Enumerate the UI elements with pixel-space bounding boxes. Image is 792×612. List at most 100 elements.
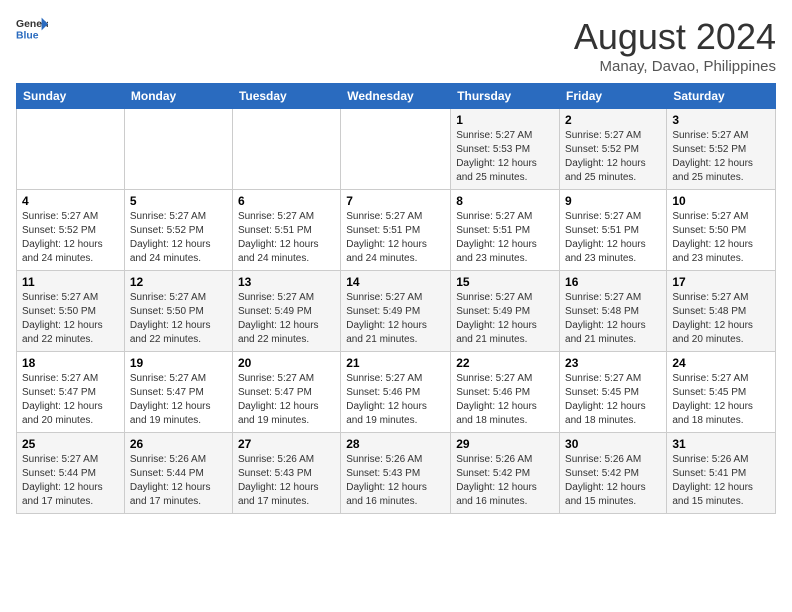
calendar-week-row: 4Sunrise: 5:27 AMSunset: 5:52 PMDaylight…	[17, 190, 776, 271]
calendar-cell: 27Sunrise: 5:26 AMSunset: 5:43 PMDayligh…	[232, 433, 340, 514]
calendar-week-row: 25 Sunrise: 5:27 AMSunset: 5:44 PMDayligh…	[17, 433, 776, 514]
day-info: Sunrise: 5:27 AMSunset: 5:47 PMDaylight:…	[22, 372, 119, 428]
weekday-header: Wednesday	[341, 84, 451, 109]
day-info: Sunrise: 5:27 AMSunset: 5:51 PMDaylight:…	[565, 210, 661, 266]
day-info: Sunrise: 5:27 AMSunset: 5:47 PMDaylight:…	[238, 372, 335, 428]
day-info: Sunrise: 5:27 AMSunset: 5:48 PMDaylight:…	[565, 291, 661, 347]
day-info: Sunrise: 5:27 AMSunset: 5:52 PMDaylight:…	[22, 210, 119, 266]
day-info: Sunrise: 5:27 AMSunset: 5:45 PMDaylight:…	[565, 372, 661, 428]
calendar-week-row: 18 Sunrise: 5:27 AMSunset: 5:47 PMDayligh…	[17, 352, 776, 433]
day-number: 30	[565, 437, 661, 451]
weekday-header: Friday	[560, 84, 667, 109]
day-info: Sunrise: 5:26 AMSunset: 5:42 PMDaylight:…	[565, 453, 661, 509]
day-info: Sunrise: 5:26 AMSunset: 5:41 PMDaylight:…	[672, 453, 770, 509]
day-number: 31	[672, 437, 770, 451]
location: Manay, Davao, Philippines	[574, 58, 776, 75]
calendar-cell: 5Sunrise: 5:27 AMSunset: 5:52 PMDaylight…	[124, 190, 232, 271]
calendar-cell: 26 Sunrise: 5:26 AMSunset: 5:44 PMDayligh…	[124, 433, 232, 514]
day-number: 13	[238, 275, 335, 289]
calendar-cell: 28 Sunrise: 5:26 AMSunset: 5:43 PMDayligh…	[341, 433, 451, 514]
day-number: 10	[672, 194, 770, 208]
day-number: 15	[456, 275, 554, 289]
calendar-cell: 7 Sunrise: 5:27 AMSunset: 5:51 PMDaylight…	[341, 190, 451, 271]
calendar-cell: 11 Sunrise: 5:27 AMSunset: 5:50 PMDayligh…	[17, 271, 125, 352]
day-number: 21	[346, 356, 445, 370]
day-info: Sunrise: 5:27 AMSunset: 5:50 PMDaylight:…	[130, 291, 227, 347]
calendar-cell	[17, 109, 125, 190]
day-info: Sunrise: 5:27 AMSunset: 5:45 PMDaylight:…	[672, 372, 770, 428]
day-info: Sunrise: 5:27 AMSunset: 5:44 PMDaylight:…	[22, 453, 119, 509]
day-number: 19	[130, 356, 227, 370]
calendar-cell: 8 Sunrise: 5:27 AMSunset: 5:51 PMDaylight…	[451, 190, 560, 271]
day-info: Sunrise: 5:27 AMSunset: 5:51 PMDaylight:…	[346, 210, 445, 266]
calendar-cell: 14 Sunrise: 5:27 AMSunset: 5:49 PMDayligh…	[341, 271, 451, 352]
day-info: Sunrise: 5:27 AMSunset: 5:48 PMDaylight:…	[672, 291, 770, 347]
day-number: 2	[565, 113, 661, 127]
calendar-cell: 3Sunrise: 5:27 AMSunset: 5:52 PMDaylight…	[667, 109, 776, 190]
day-number: 11	[22, 275, 119, 289]
day-number: 26	[130, 437, 227, 451]
day-number: 27	[238, 437, 335, 451]
calendar-cell: 12 Sunrise: 5:27 AMSunset: 5:50 PMDayligh…	[124, 271, 232, 352]
weekday-header: Sunday	[17, 84, 125, 109]
day-number: 29	[456, 437, 554, 451]
day-info: Sunrise: 5:26 AMSunset: 5:42 PMDaylight:…	[456, 453, 554, 509]
calendar-cell: 29 Sunrise: 5:26 AMSunset: 5:42 PMDayligh…	[451, 433, 560, 514]
calendar-cell	[124, 109, 232, 190]
calendar-cell: 13 Sunrise: 5:27 AMSunset: 5:49 PMDayligh…	[232, 271, 340, 352]
day-info: Sunrise: 5:27 AMSunset: 5:52 PMDaylight:…	[130, 210, 227, 266]
page-header: General Blue August 2024 Manay, Davao, P…	[16, 16, 776, 75]
day-number: 9	[565, 194, 661, 208]
calendar-cell: 22 Sunrise: 5:27 AMSunset: 5:46 PMDayligh…	[451, 352, 560, 433]
calendar-cell: 18 Sunrise: 5:27 AMSunset: 5:47 PMDayligh…	[17, 352, 125, 433]
day-info: Sunrise: 5:27 AMSunset: 5:47 PMDaylight:…	[130, 372, 227, 428]
title-block: August 2024 Manay, Davao, Philippines	[574, 16, 776, 75]
weekday-header: Tuesday	[232, 84, 340, 109]
calendar-cell: 31 Sunrise: 5:26 AMSunset: 5:41 PMDayligh…	[667, 433, 776, 514]
day-info: Sunrise: 5:27 AMSunset: 5:46 PMDaylight:…	[346, 372, 445, 428]
day-number: 14	[346, 275, 445, 289]
day-info: Sunrise: 5:27 AMSunset: 5:49 PMDaylight:…	[456, 291, 554, 347]
day-number: 24	[672, 356, 770, 370]
logo: General Blue	[16, 16, 48, 44]
day-number: 28	[346, 437, 445, 451]
day-info: Sunrise: 5:27 AMSunset: 5:46 PMDaylight:…	[456, 372, 554, 428]
calendar-cell: 17 Sunrise: 5:27 AMSunset: 5:48 PMDayligh…	[667, 271, 776, 352]
day-number: 6	[238, 194, 335, 208]
calendar-cell: 15 Sunrise: 5:27 AMSunset: 5:49 PMDayligh…	[451, 271, 560, 352]
calendar-cell: 10Sunrise: 5:27 AMSunset: 5:50 PMDayligh…	[667, 190, 776, 271]
day-info: Sunrise: 5:27 AMSunset: 5:49 PMDaylight:…	[238, 291, 335, 347]
day-info: Sunrise: 5:26 AMSunset: 5:43 PMDaylight:…	[346, 453, 445, 509]
calendar-cell: 23 Sunrise: 5:27 AMSunset: 5:45 PMDayligh…	[560, 352, 667, 433]
day-info: Sunrise: 5:27 AMSunset: 5:49 PMDaylight:…	[346, 291, 445, 347]
calendar-cell: 19 Sunrise: 5:27 AMSunset: 5:47 PMDayligh…	[124, 352, 232, 433]
day-info: Sunrise: 5:27 AMSunset: 5:52 PMDaylight:…	[565, 129, 661, 185]
calendar-cell: 21 Sunrise: 5:27 AMSunset: 5:46 PMDayligh…	[341, 352, 451, 433]
day-info: Sunrise: 5:27 AMSunset: 5:50 PMDaylight:…	[22, 291, 119, 347]
weekday-header: Monday	[124, 84, 232, 109]
calendar-cell: 20 Sunrise: 5:27 AMSunset: 5:47 PMDayligh…	[232, 352, 340, 433]
calendar-cell	[232, 109, 340, 190]
day-info: Sunrise: 5:27 AMSunset: 5:52 PMDaylight:…	[672, 129, 770, 185]
day-number: 23	[565, 356, 661, 370]
day-info: Sunrise: 5:27 AMSunset: 5:51 PMDaylight:…	[456, 210, 554, 266]
calendar-cell: 6 Sunrise: 5:27 AMSunset: 5:51 PMDaylight…	[232, 190, 340, 271]
day-number: 22	[456, 356, 554, 370]
logo-icon: General Blue	[16, 16, 48, 44]
day-number: 20	[238, 356, 335, 370]
day-number: 12	[130, 275, 227, 289]
day-info: Sunrise: 5:26 AMSunset: 5:44 PMDaylight:…	[130, 453, 227, 509]
calendar-cell: 25 Sunrise: 5:27 AMSunset: 5:44 PMDayligh…	[17, 433, 125, 514]
day-number: 25	[22, 437, 119, 451]
calendar-table: SundayMondayTuesdayWednesdayThursdayFrid…	[16, 83, 776, 514]
day-number: 7	[346, 194, 445, 208]
calendar-cell: 1Sunrise: 5:27 AMSunset: 5:53 PMDaylight…	[451, 109, 560, 190]
weekday-header-row: SundayMondayTuesdayWednesdayThursdayFrid…	[17, 84, 776, 109]
day-number: 8	[456, 194, 554, 208]
calendar-cell: 2 Sunrise: 5:27 AMSunset: 5:52 PMDaylight…	[560, 109, 667, 190]
day-info: Sunrise: 5:27 AMSunset: 5:51 PMDaylight:…	[238, 210, 335, 266]
calendar-cell	[341, 109, 451, 190]
day-number: 17	[672, 275, 770, 289]
day-number: 18	[22, 356, 119, 370]
calendar-cell: 4Sunrise: 5:27 AMSunset: 5:52 PMDaylight…	[17, 190, 125, 271]
